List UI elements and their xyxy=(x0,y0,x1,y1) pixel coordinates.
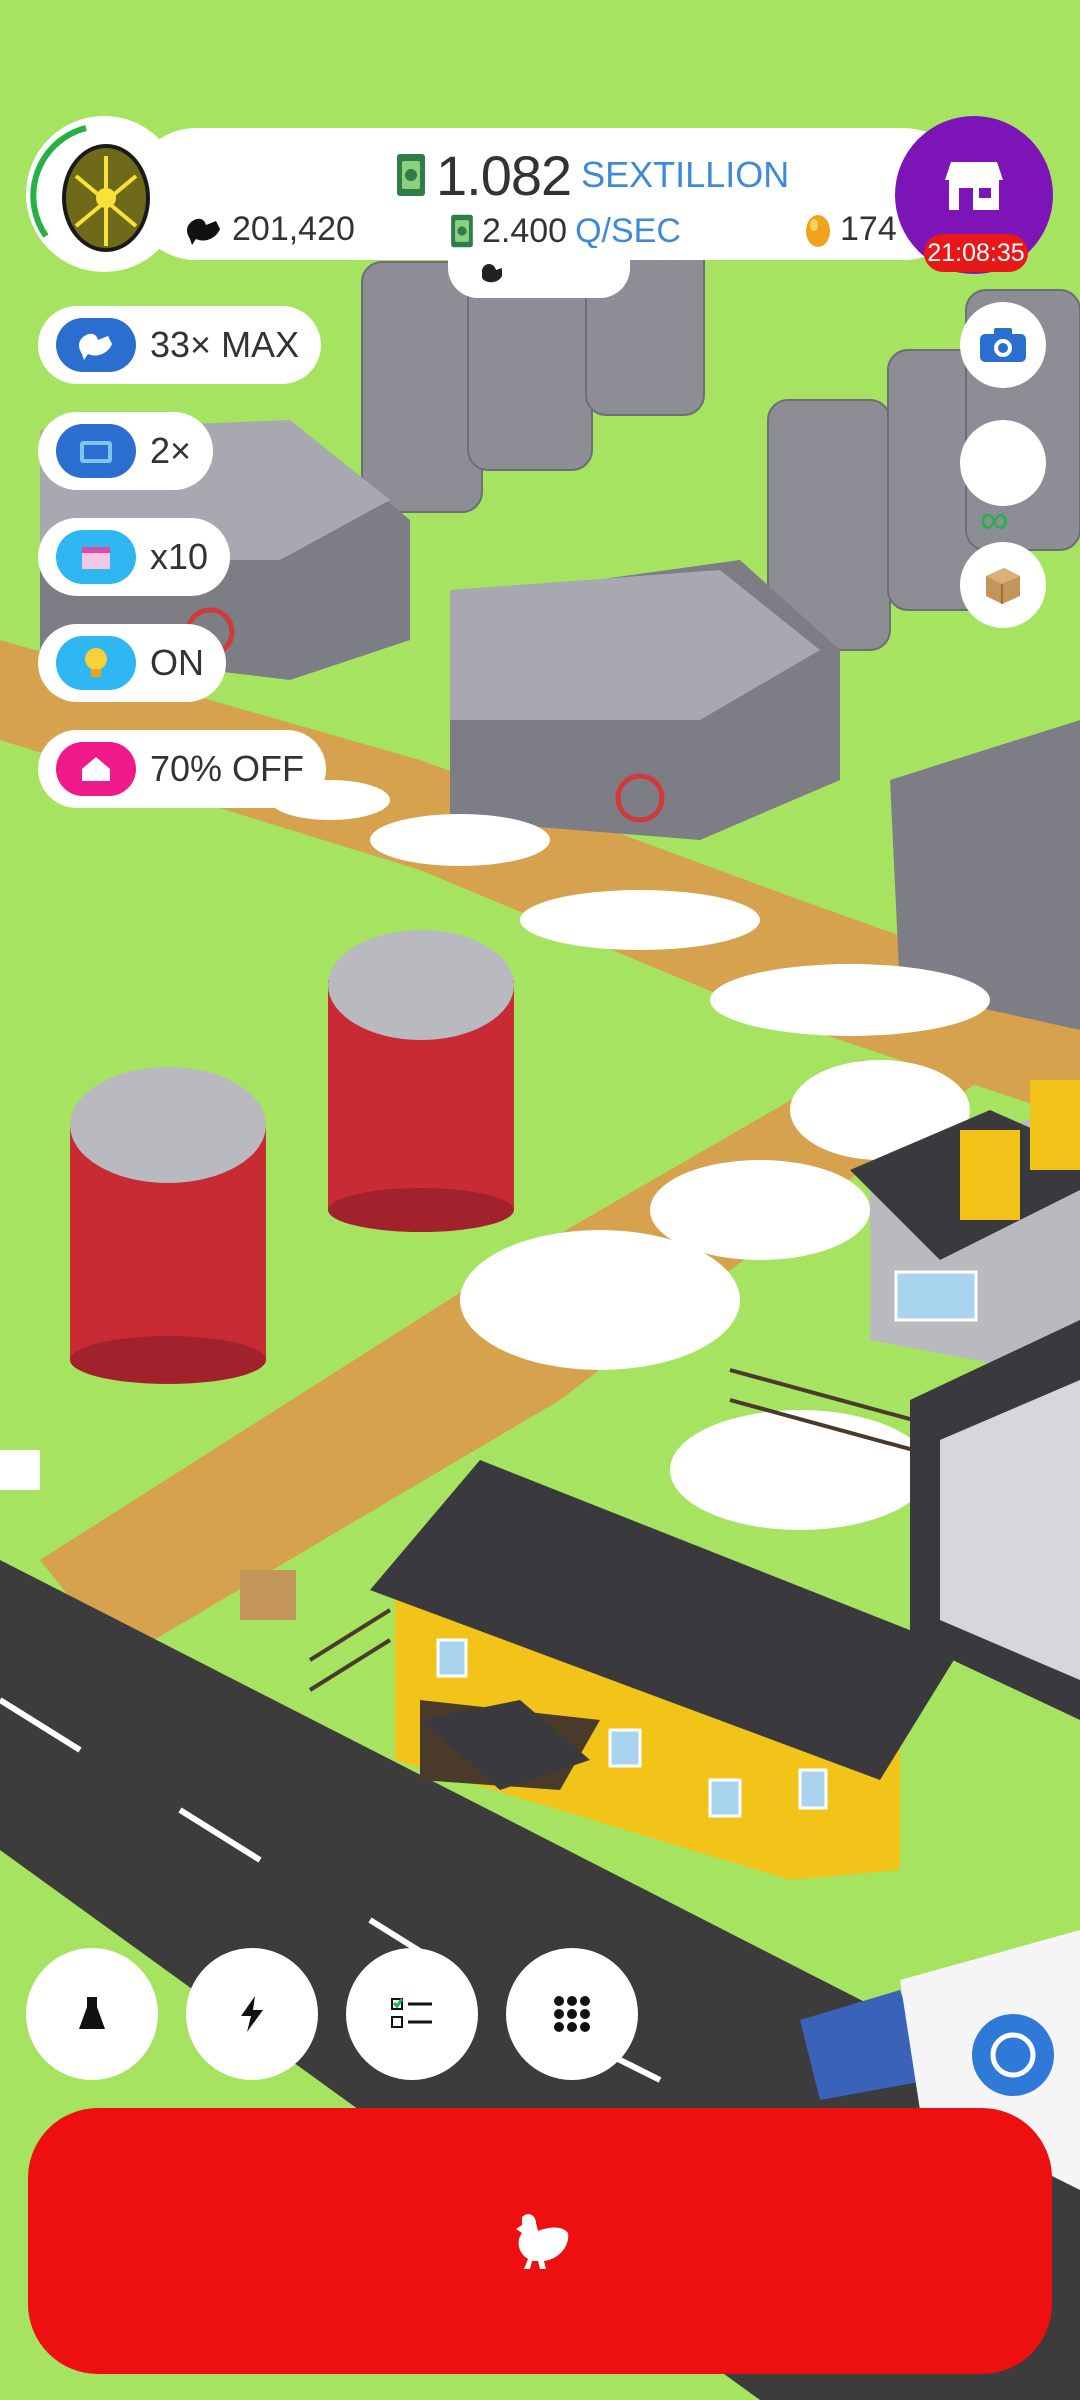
box-icon xyxy=(56,530,136,584)
boost-pill-idea[interactable]: ON xyxy=(38,624,226,702)
chicken-icon xyxy=(516,2214,569,2269)
target-icon xyxy=(990,2032,1036,2078)
hatchery-tab[interactable]: ∞ xyxy=(448,248,1009,542)
boost-pill-box[interactable]: x10 xyxy=(38,518,231,596)
research-button[interactable] xyxy=(26,1948,158,2080)
flask-icon xyxy=(79,1997,105,2029)
chicken-icon xyxy=(187,218,220,245)
rate-unit: Q/SEC xyxy=(575,211,681,250)
grid-icon xyxy=(554,1996,590,2032)
cash-icon xyxy=(451,214,473,248)
boost-pill-discount[interactable]: 70% OFF xyxy=(38,730,327,808)
boost-label: ON xyxy=(150,642,204,683)
cash-icon xyxy=(397,154,425,196)
tv-icon xyxy=(56,424,136,478)
menu-button[interactable] xyxy=(506,1948,638,2080)
rate-value: 2.400 xyxy=(482,211,568,250)
hatch-chicken-button[interactable] xyxy=(28,2108,1052,2374)
checklist-icon xyxy=(391,1998,432,2028)
chicken-count: 201,420 xyxy=(232,210,355,248)
missions-button[interactable] xyxy=(346,1948,478,2080)
golden-egg-icon xyxy=(806,214,830,247)
shop-icon xyxy=(945,162,1003,210)
boost-label: 70% OFF xyxy=(150,748,305,789)
crate-button[interactable] xyxy=(960,542,1046,628)
boost-label: 2× xyxy=(150,430,192,471)
money-display: 1.082 SEXTILLION xyxy=(396,140,789,210)
lightning-icon xyxy=(241,1996,263,2032)
chicken-icon xyxy=(56,318,136,372)
shipping-target-button[interactable] xyxy=(972,2014,1054,2096)
golden-egg-count: 174 xyxy=(840,210,897,248)
boost-label: x10 xyxy=(150,536,209,577)
boost-pill-chickens[interactable]: 33× MAX xyxy=(38,306,322,384)
shop-timer: 21:08:35 xyxy=(924,234,1028,272)
boost-button[interactable] xyxy=(186,1948,318,2080)
camera-button[interactable] xyxy=(960,302,1046,388)
camera-icon xyxy=(980,328,1026,362)
boost-label: 33× MAX xyxy=(150,324,300,365)
house-icon xyxy=(56,742,136,796)
crate-icon xyxy=(986,568,1020,604)
crate xyxy=(240,1570,296,1620)
golden-egg-counter: 174 xyxy=(804,210,897,249)
chicken-counter: 201,420 xyxy=(186,210,355,249)
money-value: 1.082 xyxy=(436,143,572,207)
egg-portrait[interactable] xyxy=(26,116,182,272)
golden-egg-icon xyxy=(30,125,150,252)
empty-slot-button[interactable] xyxy=(960,420,1046,506)
income-rate: 2.400 Q/SEC xyxy=(450,210,681,252)
hen-icon xyxy=(482,264,502,283)
money-unit: SEXTILLION xyxy=(581,154,790,195)
mailbox xyxy=(0,1450,40,1490)
boost-pill-video[interactable]: 2× xyxy=(38,412,214,490)
lightbulb-icon xyxy=(56,636,136,690)
